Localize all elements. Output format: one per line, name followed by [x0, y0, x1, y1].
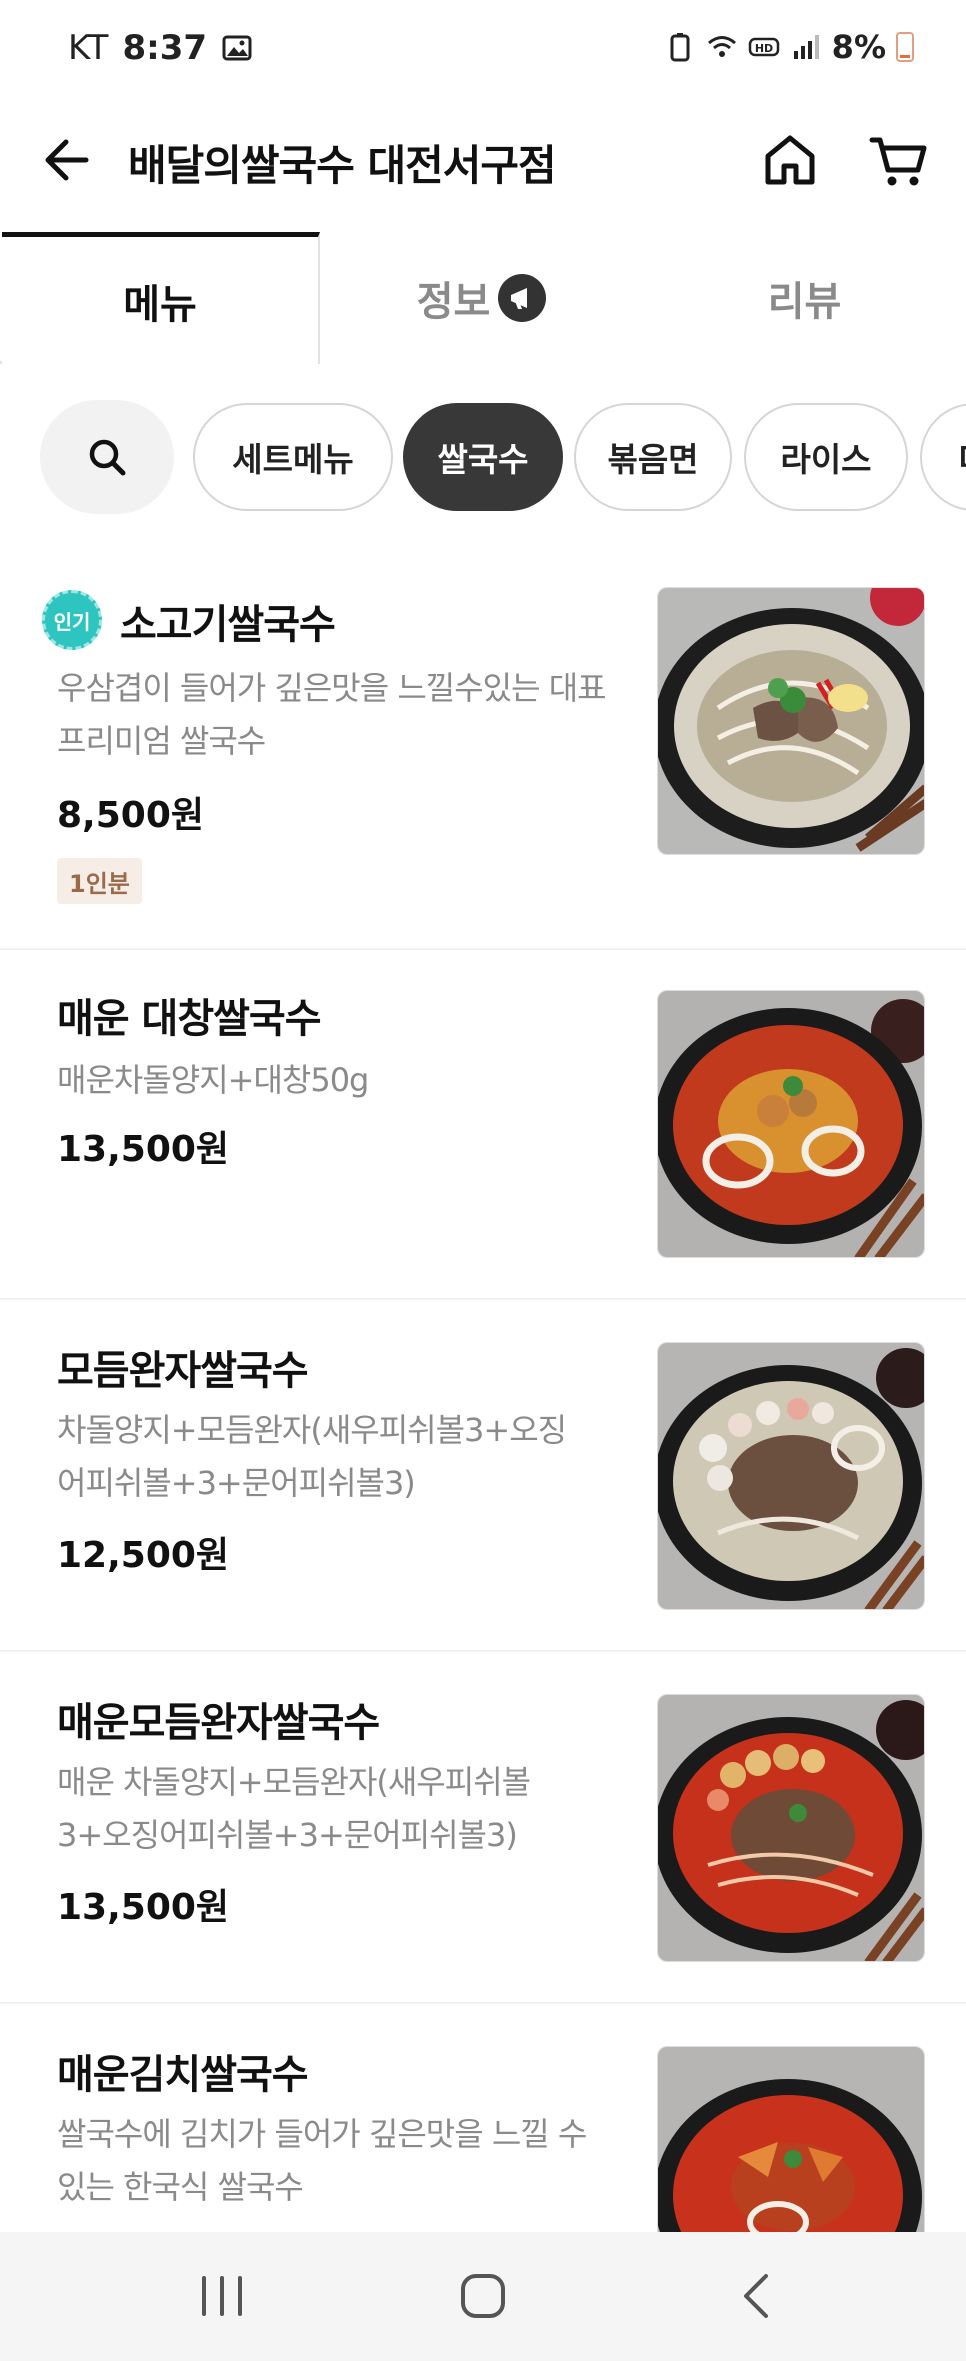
- battery-saver-icon: [670, 33, 690, 62]
- wifi-icon: [707, 36, 736, 57]
- chip-rice[interactable]: 라이스: [744, 403, 908, 511]
- menu-item-price: 13,500원: [57, 1129, 230, 1170]
- menu-item-photo: [657, 587, 925, 855]
- description-line: 쌀국수에 김치가 들어가 깊은맛을 느낄 수: [57, 2115, 587, 2153]
- battery-icon: [896, 32, 914, 62]
- menu-item-description: 매운 차돌양지+모듬완자(새우피쉬볼 3+오징어피쉬볼+3+문어피쉬볼3): [57, 1756, 657, 1862]
- carrier-label: KT: [68, 28, 109, 68]
- menu-item-photo: [657, 990, 925, 1258]
- description-line: 프리미엄 쌀국수: [57, 722, 266, 760]
- store-tabs: 메뉴 정보 리뷰: [0, 232, 966, 364]
- menu-item[interactable]: 매운김치쌀국수 쌀국수에 김치가 들어가 깊은맛을 느낄 수 있는 한국식 쌀국…: [0, 2004, 966, 2232]
- menu-item-name: 매운김치쌀국수: [57, 2052, 309, 2098]
- signal-icon: [793, 35, 819, 59]
- menu-item-photo: [657, 2046, 925, 2232]
- store-header: 배달의쌀국수 대전서구점: [0, 110, 966, 210]
- menu-item-price: 12,500원: [57, 1535, 230, 1576]
- menu-item-description: 차돌양지+모듬완자(새우피쉬볼3+오징 어피쉬볼+3+문어피쉬볼3): [57, 1404, 657, 1510]
- description-line: 매운차돌양지+대창50g: [57, 1061, 369, 1099]
- menu-item-name: 매운모듬완자쌀국수: [57, 1700, 380, 1746]
- serving-badge: 1인분: [57, 858, 142, 904]
- image-icon: [222, 35, 252, 61]
- nav-back-icon[interactable]: [726, 2264, 790, 2328]
- battery-percent: 8%: [831, 28, 886, 66]
- menu-item[interactable]: 인기 소고기쌀국수 우삼겹이 들어가 깊은맛을 느낄수있는 대표 프리미엄 쌀국…: [0, 560, 966, 950]
- chip-label: 디: [958, 433, 966, 481]
- chip-label: 라이스: [780, 440, 872, 479]
- tab-review[interactable]: 리뷰: [643, 232, 966, 364]
- description-line: 3+오징어피쉬볼+3+문어피쉬볼3): [57, 1816, 518, 1854]
- cart-icon[interactable]: [864, 126, 932, 194]
- chip-label: 쌀국수: [437, 440, 529, 479]
- hd-icon: HD: [748, 37, 779, 57]
- chip-fried-noodle[interactable]: 볶음면: [574, 403, 732, 511]
- description-line: 어피쉬볼+3+문어피쉬볼3): [57, 1464, 416, 1502]
- back-arrow-icon[interactable]: [36, 128, 100, 192]
- menu-item-name: 매운 대창쌀국수: [57, 996, 322, 1042]
- tab-info[interactable]: 정보: [320, 232, 643, 364]
- recent-apps-icon[interactable]: [190, 2264, 254, 2328]
- popular-badge: 인기: [42, 590, 102, 650]
- menu-item-name: 소고기쌀국수: [120, 602, 336, 648]
- description-line: 있는 한국식 쌀국수: [57, 2168, 304, 2206]
- chip-set-menu[interactable]: 세트메뉴: [193, 403, 393, 511]
- chip-label: 볶음면: [607, 440, 699, 479]
- search-icon: [89, 439, 126, 476]
- menu-item-photo: [657, 1694, 925, 1962]
- home-icon[interactable]: [756, 126, 824, 194]
- chip-rice-noodle[interactable]: 쌀국수: [403, 403, 563, 511]
- svg-text:HD: HD: [755, 42, 773, 55]
- megaphone-icon: [498, 274, 547, 322]
- description-line: 매운 차돌양지+모듬완자(새우피쉬볼: [57, 1763, 531, 1801]
- menu-item-description: 쌀국수에 김치가 들어가 깊은맛을 느낄 수 있는 한국식 쌀국수: [57, 2108, 657, 2214]
- category-chips: 세트메뉴 쌀국수 볶음면 라이스 디: [0, 400, 966, 514]
- tab-menu[interactable]: 메뉴: [2, 232, 320, 364]
- menu-item-description: 우삼겹이 들어가 깊은맛을 느낄수있는 대표 프리미엄 쌀국수: [57, 662, 657, 768]
- tab-info-label: 정보: [416, 279, 491, 325]
- description-line: 차돌양지+모듬완자(새우피쉬볼3+오징: [57, 1411, 567, 1449]
- category-search-button[interactable]: [40, 400, 174, 514]
- menu-item[interactable]: 매운모듬완자쌀국수 매운 차돌양지+모듬완자(새우피쉬볼 3+오징어피쉬볼+3+…: [0, 1652, 966, 2004]
- menu-item[interactable]: 모듬완자쌀국수 차돌양지+모듬완자(새우피쉬볼3+오징 어피쉬볼+3+문어피쉬볼…: [0, 1300, 966, 1652]
- chip-label: 세트메뉴: [232, 440, 354, 479]
- menu-item[interactable]: 매운 대창쌀국수 매운차돌양지+대창50g 13,500원: [0, 950, 966, 1300]
- status-left: KT 8:37: [68, 28, 253, 68]
- description-line: 우삼겹이 들어가 깊은맛을 느낄수있는 대표: [57, 669, 607, 707]
- home-circle-icon[interactable]: [451, 2264, 515, 2328]
- android-nav-bar: [0, 2232, 966, 2361]
- menu-item-price: 13,500원: [57, 1887, 230, 1928]
- status-right: HD 8%: [664, 28, 914, 66]
- menu-item-description: 매운차돌양지+대창50g: [57, 1054, 657, 1107]
- status-bar: KT 8:37 HD 8%: [0, 0, 966, 100]
- menu-item-name: 모듬완자쌀국수: [57, 1348, 309, 1394]
- store-title: 배달의쌀국수 대전서구점: [128, 141, 557, 190]
- chip-dessert[interactable]: 디: [920, 403, 966, 511]
- tab-review-label: 리뷰: [767, 279, 842, 325]
- menu-item-price: 8,500원: [57, 795, 204, 836]
- clock: 8:37: [122, 28, 208, 68]
- menu-item-photo: [657, 1342, 925, 1610]
- tab-menu-label: 메뉴: [123, 281, 197, 328]
